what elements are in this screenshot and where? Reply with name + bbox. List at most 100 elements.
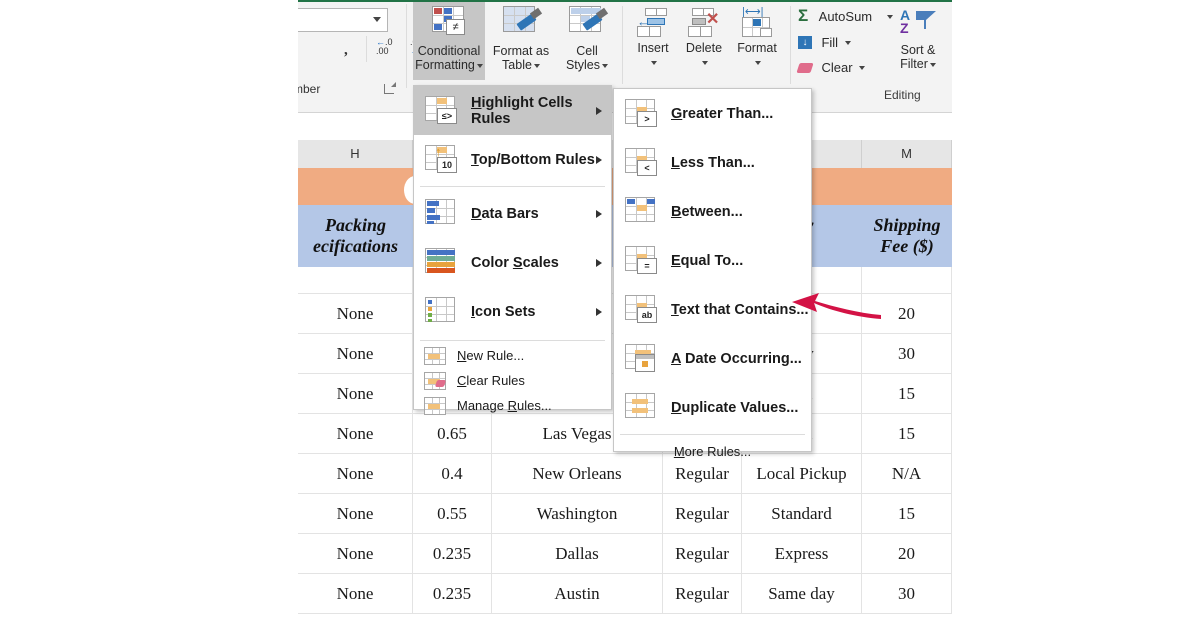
menu-item-icon-sets[interactable]: Icon Sets <box>414 287 611 336</box>
find-select-label-2: Selec <box>946 57 952 71</box>
menu-item-manage-rules[interactable]: Manage Rules... <box>414 393 611 418</box>
increase-decimal-button[interactable]: ←.0 .00 <box>376 38 393 56</box>
table-cell[interactable]: Express <box>742 534 862 574</box>
table-cell[interactable]: None <box>298 294 413 334</box>
table-cell[interactable]: None <box>298 334 413 374</box>
sort-filter-label-2: Filter <box>888 57 948 71</box>
table-cell[interactable]: None <box>298 454 413 494</box>
chevron-down-icon[interactable] <box>858 65 865 70</box>
table-cell[interactable]: 30 <box>862 334 952 374</box>
fill-down-icon: ↓ <box>798 36 812 50</box>
find-and-select-button[interactable]: Find Selec <box>946 4 952 80</box>
spacer-cell <box>862 267 952 294</box>
chevron-down-icon <box>929 62 936 67</box>
data-bars-icon <box>423 198 459 229</box>
column-header-h[interactable]: H <box>298 140 413 168</box>
menu-item-clear-rules[interactable]: Clear Rules <box>414 368 611 393</box>
insert-label: Insert <box>637 41 669 55</box>
table-cell[interactable]: None <box>298 494 413 534</box>
submenu-item-text-that-contains[interactable]: ab Text that Contains... <box>614 285 811 334</box>
submenu-item-label: Duplicate Values... <box>671 399 799 416</box>
submenu-item-greater-than[interactable]: > Greater Than... <box>614 89 811 138</box>
table-cell[interactable]: 30 <box>862 574 952 614</box>
find-select-label-1: Find <box>946 43 952 57</box>
number-dialog-launcher-icon[interactable] <box>384 82 396 94</box>
submenu-item-a-date-occurring[interactable]: A Date Occurring... <box>614 334 811 383</box>
submenu-item-equal-to[interactable]: = Equal To... <box>614 236 811 285</box>
table-cell[interactable]: Standard <box>742 494 862 534</box>
comma-style-button[interactable]: , <box>344 42 348 59</box>
chevron-down-icon[interactable] <box>844 40 851 45</box>
number-format-dropdown[interactable] <box>298 8 388 32</box>
menu-item-label: Top/Bottom Rules <box>471 151 595 168</box>
spacer-cell <box>298 267 413 294</box>
menu-item-color-scales[interactable]: Color Scales <box>414 238 611 287</box>
header-line-1: Packing <box>324 215 386 236</box>
table-cell[interactable]: 0.55 <box>413 494 492 534</box>
column-header-m[interactable]: M <box>862 140 952 168</box>
banner-cell <box>862 168 952 205</box>
chevron-down-icon <box>755 60 761 65</box>
table-cell[interactable]: Regular <box>663 534 742 574</box>
table-cell[interactable]: Regular <box>663 494 742 534</box>
menu-item-highlight-cells-rules[interactable]: ≤> Highlight Cells Rules <box>414 86 611 135</box>
delete-label: Delete <box>685 41 723 55</box>
table-cell[interactable]: 0.235 <box>413 574 492 614</box>
table-cell[interactable]: Regular <box>663 574 742 614</box>
table-cell[interactable]: Washington <box>492 494 663 534</box>
clear-button[interactable]: Clear <box>796 59 865 77</box>
text-that-contains-icon: ab <box>623 294 659 325</box>
table-cell[interactable]: None <box>298 574 413 614</box>
chevron-right-icon <box>596 106 602 115</box>
less-than-icon: < <box>623 147 659 178</box>
table-row[interactable]: None 0.235 Austin Regular Same day 30 <box>298 574 952 614</box>
number-group-label: mber <box>298 82 321 96</box>
sort-and-filter-button[interactable]: A Z Sort & Filter <box>888 4 948 80</box>
submenu-item-label: Between... <box>671 203 743 220</box>
table-cell[interactable]: N/A <box>862 454 952 494</box>
cell-styles-button[interactable]: Cell Styles <box>556 2 618 80</box>
table-cell[interactable]: None <box>298 414 413 454</box>
equal-to-icon: = <box>623 245 659 276</box>
highlight-cells-rules-submenu[interactable]: > Greater Than... < Less Than... Between... =… <box>613 88 812 459</box>
fill-button[interactable]: ↓ Fill <box>798 34 851 52</box>
table-cell[interactable]: 15 <box>862 414 952 454</box>
table-row[interactable]: None 0.235 Dallas Regular Express 20 <box>298 534 952 574</box>
conditional-formatting-label-2: Formatting <box>413 58 485 72</box>
submenu-item-more-rules[interactable]: More Rules... <box>614 437 811 465</box>
clear-label: Clear <box>821 60 853 75</box>
table-cell[interactable]: Austin <box>492 574 663 614</box>
menu-item-new-rule[interactable]: New Rule... <box>414 343 611 368</box>
table-cell[interactable]: Same day <box>742 574 862 614</box>
menu-separator <box>420 186 605 187</box>
conditional-formatting-menu[interactable]: ≤> Highlight Cells Rules 10 ↑ Top/Bottom Rul… <box>413 85 612 415</box>
format-as-table-label-1: Format as <box>492 44 550 58</box>
menu-separator <box>420 340 605 341</box>
table-cell[interactable]: 20 <box>862 534 952 574</box>
table-cell[interactable]: 15 <box>862 494 952 534</box>
submenu-item-between[interactable]: Between... <box>614 187 811 236</box>
submenu-item-less-than[interactable]: < Less Than... <box>614 138 811 187</box>
menu-item-data-bars[interactable]: Data Bars <box>414 189 611 238</box>
table-cell[interactable]: 0.65 <box>413 414 492 454</box>
conditional-formatting-button[interactable]: ≠ Conditional Formatting <box>413 2 485 80</box>
table-cell[interactable]: 0.235 <box>413 534 492 574</box>
menu-item-label: Manage Rules... <box>457 398 552 413</box>
format-button[interactable]: |⟷| Format <box>730 2 784 80</box>
table-cell[interactable]: 0.4 <box>413 454 492 494</box>
table-cell[interactable]: None <box>298 534 413 574</box>
table-row[interactable]: None 0.55 Washington Regular Standard 15 <box>298 494 952 534</box>
table-cell[interactable]: Dallas <box>492 534 663 574</box>
divider <box>366 36 367 62</box>
delete-button[interactable]: ✕ Delete <box>678 2 730 80</box>
submenu-item-duplicate-values[interactable]: Duplicate Values... <box>614 383 811 432</box>
autosum-button[interactable]: Σ AutoSum <box>798 6 893 26</box>
menu-item-top-bottom-rules[interactable]: 10 ↑ Top/Bottom Rules <box>414 135 611 184</box>
table-cell[interactable]: 15 <box>862 374 952 414</box>
format-as-table-button[interactable]: Format as Table <box>488 2 554 80</box>
menu-item-label: New Rule... <box>457 348 525 363</box>
insert-button[interactable]: ← Insert <box>628 2 678 80</box>
divider <box>790 6 791 84</box>
submenu-item-label: More Rules... <box>673 443 752 459</box>
table-cell[interactable]: None <box>298 374 413 414</box>
